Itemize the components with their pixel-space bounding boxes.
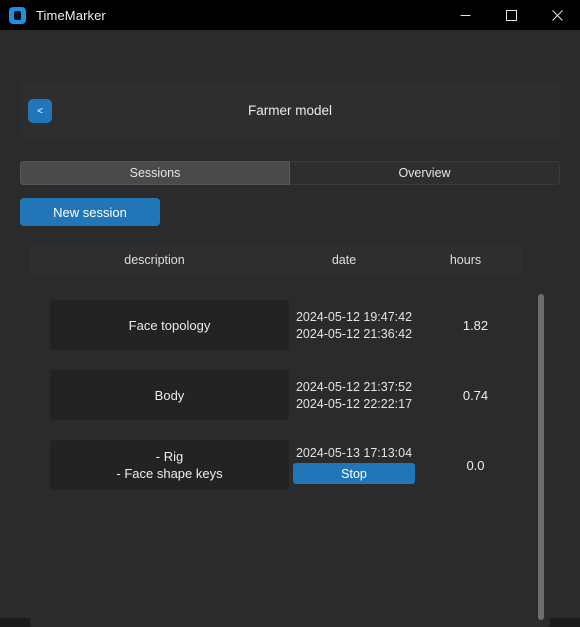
table-row: Body 2024-05-12 21:37:52 2024-05-12 22:2…	[30, 360, 522, 430]
session-dates: 2024-05-13 17:13:04 Stop	[289, 440, 419, 490]
session-description[interactable]: Body	[50, 370, 289, 420]
close-icon[interactable]	[534, 0, 580, 30]
back-button[interactable]: <	[28, 99, 52, 123]
session-description[interactable]: Face topology	[50, 300, 289, 350]
session-hours: 0.0	[466, 457, 485, 473]
app-window: TimeMarker < Farmer model Sessions Overv…	[0, 0, 580, 627]
main-content: < Farmer model Sessions Overview New ses…	[0, 30, 580, 627]
session-list: Face topology 2024-05-12 19:47:42 2024-0…	[30, 290, 550, 627]
list-scrollbar[interactable]	[535, 290, 547, 627]
tab-bar: Sessions Overview	[20, 161, 560, 185]
column-header-date: date	[331, 253, 357, 267]
session-start-date: 2024-05-13 17:13:04	[295, 446, 413, 460]
logo-inner-shape	[14, 10, 21, 20]
session-description[interactable]: - Rig - Face shape keys	[50, 440, 289, 490]
title-bar: TimeMarker	[0, 0, 580, 30]
session-start-date: 2024-05-12 19:47:42	[295, 309, 413, 324]
table-row: - Rig - Face shape keys 2024-05-13 17:13…	[30, 430, 522, 500]
stop-button[interactable]: Stop	[293, 463, 415, 484]
maximize-icon[interactable]	[488, 0, 534, 30]
tab-sessions[interactable]: Sessions	[20, 161, 290, 185]
page-title: Farmer model	[247, 103, 333, 118]
tab-overview[interactable]: Overview	[290, 161, 560, 185]
window-controls	[442, 0, 580, 30]
column-header-hours: hours	[449, 253, 482, 267]
session-start-date: 2024-05-12 21:37:52	[295, 379, 413, 394]
session-dates: 2024-05-12 21:37:52 2024-05-12 22:22:17	[289, 370, 419, 420]
new-session-button[interactable]: New session	[20, 198, 160, 226]
session-hours: 0.74	[462, 387, 489, 403]
project-header-panel: < Farmer model	[20, 82, 560, 139]
session-end-date: 2024-05-12 21:36:42	[295, 326, 413, 341]
session-end-date: 2024-05-12 22:22:17	[295, 396, 413, 411]
column-header-description: description	[124, 253, 185, 267]
timemarker-logo-icon	[9, 6, 26, 24]
table-row: Face topology 2024-05-12 19:47:42 2024-0…	[30, 290, 522, 360]
session-dates: 2024-05-12 19:47:42 2024-05-12 21:36:42	[289, 300, 419, 350]
app-title: TimeMarker	[36, 7, 106, 23]
minimize-icon[interactable]	[442, 0, 488, 30]
session-hours: 1.82	[462, 317, 489, 333]
scrollbar-thumb[interactable]	[538, 294, 544, 620]
table-header: description date hours	[30, 245, 522, 276]
